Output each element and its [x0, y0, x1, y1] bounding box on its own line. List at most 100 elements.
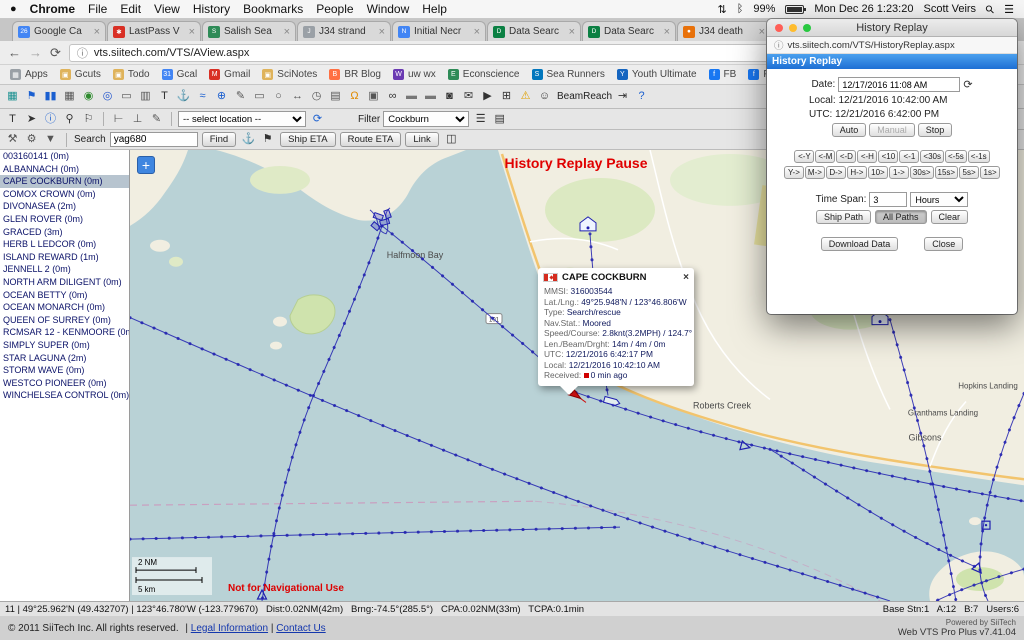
help-icon[interactable]: ?	[633, 88, 650, 105]
browser-tab[interactable]: ●J34 death×	[677, 21, 771, 41]
browser-tab[interactable]: 26Google Ca×	[12, 21, 106, 41]
settings-icon[interactable]: ⚙	[23, 131, 40, 148]
vessel-list-item[interactable]: OCEAN BETTY (0m)	[0, 289, 129, 302]
route-icon[interactable]: ≈	[194, 88, 211, 105]
menu-people[interactable]: People	[316, 2, 353, 16]
replay-path-shippath[interactable]: Ship Path	[816, 210, 871, 224]
tab-close-icon[interactable]: ×	[759, 26, 765, 38]
replay-back-10[interactable]: <10	[878, 150, 898, 163]
bookmark-item[interactable]: EEconscience	[448, 69, 520, 80]
vessel-list-item[interactable]: GRACED (3m)	[0, 226, 129, 239]
bell-icon[interactable]: Ω	[346, 88, 363, 105]
bookmark-item[interactable]: fFB	[709, 69, 737, 80]
browser-tab[interactable]: SSalish Sea×	[202, 21, 296, 41]
window-address-bar[interactable]: ⓘ vts.siitech.com/VTS/HistoryReplay.aspx	[767, 37, 1017, 54]
replay-mode-auto[interactable]: Auto	[832, 123, 867, 137]
replay-back-1[interactable]: <-1	[899, 150, 919, 163]
vessel-list-item[interactable]: WESTCO PIONEER (0m)	[0, 377, 129, 390]
pencil-icon[interactable]: ✎	[232, 88, 249, 105]
search-input[interactable]	[110, 132, 198, 147]
export-icon[interactable]: ▼	[42, 131, 59, 148]
vessel-list-item[interactable]: JENNELL 2 (0m)	[0, 263, 129, 276]
tab-close-icon[interactable]: ×	[189, 26, 195, 38]
vessel-list-item[interactable]: STORM WAVE (0m)	[0, 364, 129, 377]
list-icon[interactable]: ▤	[491, 111, 508, 128]
apple-menu-icon[interactable]: ●	[10, 3, 17, 15]
bookmark-item[interactable]: Wuw wx	[393, 69, 436, 80]
snapshot-icon[interactable]: ⊞	[498, 88, 515, 105]
bookmark-item[interactable]: ▣SciNotes	[262, 69, 317, 80]
replay-back-y[interactable]: <-Y	[794, 150, 814, 163]
vessel-list-item[interactable]: NORTH ARM DILIGENT (0m)	[0, 276, 129, 289]
tape-icon[interactable]: ▬	[403, 88, 420, 105]
replay-fwd-1s[interactable]: 1s>	[980, 166, 1000, 179]
vessel-list-item[interactable]: OCEAN MONARCH (0m)	[0, 301, 129, 314]
replay-back-m[interactable]: <-M	[815, 150, 835, 163]
link-button[interactable]: Link	[405, 132, 438, 147]
replay-back-h[interactable]: <-H	[857, 150, 877, 163]
replay-back-5s[interactable]: <-5s	[945, 150, 967, 163]
panel-toggle-icon[interactable]: ◫	[443, 131, 460, 148]
window-minimize-button[interactable]	[789, 24, 797, 32]
menu-icon[interactable]: ☰	[472, 111, 489, 128]
menu-help[interactable]: Help	[422, 2, 447, 16]
clock-icon[interactable]: ◷	[308, 88, 325, 105]
vessel-list-item[interactable]: CAPE COCKBURN (0m)	[0, 175, 129, 188]
tape2-icon[interactable]: ▬	[422, 88, 439, 105]
tab-close-icon[interactable]: ×	[569, 26, 575, 38]
flag-icon[interactable]: ⚐	[80, 111, 97, 128]
world-icon[interactable]: ◎	[99, 88, 116, 105]
rect-tool-icon[interactable]: ▭	[251, 88, 268, 105]
info-tool-icon[interactable]: ⓘ	[42, 111, 59, 128]
replay-fwd-1[interactable]: 1->	[889, 166, 909, 179]
back-icon[interactable]: ←	[8, 45, 21, 60]
anchor-icon[interactable]: ⚓	[175, 88, 192, 105]
bookmark-item[interactable]: BBR Blog	[329, 69, 381, 80]
tab-close-icon[interactable]: ×	[284, 26, 290, 38]
replay-path-clear[interactable]: Clear	[931, 210, 969, 224]
footer-link[interactable]: Contact Us	[276, 623, 325, 634]
route-eta-button[interactable]: Route ETA	[340, 132, 402, 147]
bookmark-item[interactable]: 31Gcal	[162, 69, 198, 80]
location-select[interactable]: -- select location --	[178, 111, 306, 127]
vessel-list-item[interactable]: HERB L LEDCOR (0m)	[0, 238, 129, 251]
page-info-icon[interactable]: ⓘ	[77, 45, 88, 61]
replay-path-allpaths[interactable]: All Paths	[875, 210, 927, 224]
tab-close-icon[interactable]: ×	[664, 26, 670, 38]
replay-fwd-h[interactable]: H->	[847, 166, 867, 179]
spotlight-icon[interactable]: ⚲	[983, 2, 998, 17]
table-icon[interactable]: ▤	[327, 88, 344, 105]
bookmark-item[interactable]: ▦Apps	[10, 69, 48, 80]
forward-icon[interactable]: →	[29, 45, 42, 60]
replay-fwd-y[interactable]: Y->	[784, 166, 804, 179]
menu-edit[interactable]: Edit	[120, 2, 141, 16]
video-icon[interactable]: ▶	[479, 88, 496, 105]
vessel-list-item[interactable]: GLEN ROVER (0m)	[0, 213, 129, 226]
menubar-user[interactable]: Scott Veirs	[923, 3, 976, 15]
replay-mode-manual[interactable]: Manual	[869, 123, 915, 137]
anchor-small-icon[interactable]: ⚓	[240, 131, 257, 148]
replay-date-input[interactable]	[838, 77, 960, 92]
vessel-list-item[interactable]: RCMSAR 12 - KENMOORE (0m)	[0, 326, 129, 339]
vessel-list-item[interactable]: QUEEN OF SURREY (0m)	[0, 314, 129, 327]
replay-back-30s[interactable]: <30s	[920, 150, 944, 163]
tab-close-icon[interactable]: ×	[474, 26, 480, 38]
filter-select[interactable]: Cockburn	[383, 111, 469, 127]
pin-icon[interactable]: ⚲	[61, 111, 78, 128]
browser-tab[interactable]: JJ34 strand×	[297, 21, 391, 41]
text-tool-icon[interactable]: T	[4, 111, 21, 128]
refresh-icon[interactable]: ⟳	[309, 111, 326, 128]
menu-window[interactable]: Window	[367, 2, 410, 16]
binoculars-icon[interactable]: ∞	[384, 88, 401, 105]
window-zoom-button[interactable]	[803, 24, 811, 32]
align-icon[interactable]: ⊥	[129, 111, 146, 128]
vessel-list-item[interactable]: SIMPLY SUPER (0m)	[0, 339, 129, 352]
cursor-icon[interactable]: ➤	[23, 111, 40, 128]
pause-icon[interactable]: ▮▮	[42, 88, 59, 105]
warning-icon[interactable]: ⚠	[517, 88, 534, 105]
browser-tab[interactable]: NInitial Necr×	[392, 21, 486, 41]
replay-fwd-15s[interactable]: 15s>	[935, 166, 959, 179]
popup-close-icon[interactable]: ×	[683, 272, 689, 283]
replay-fwd-d[interactable]: D->	[826, 166, 846, 179]
user-icon[interactable]: ☺	[536, 88, 553, 105]
